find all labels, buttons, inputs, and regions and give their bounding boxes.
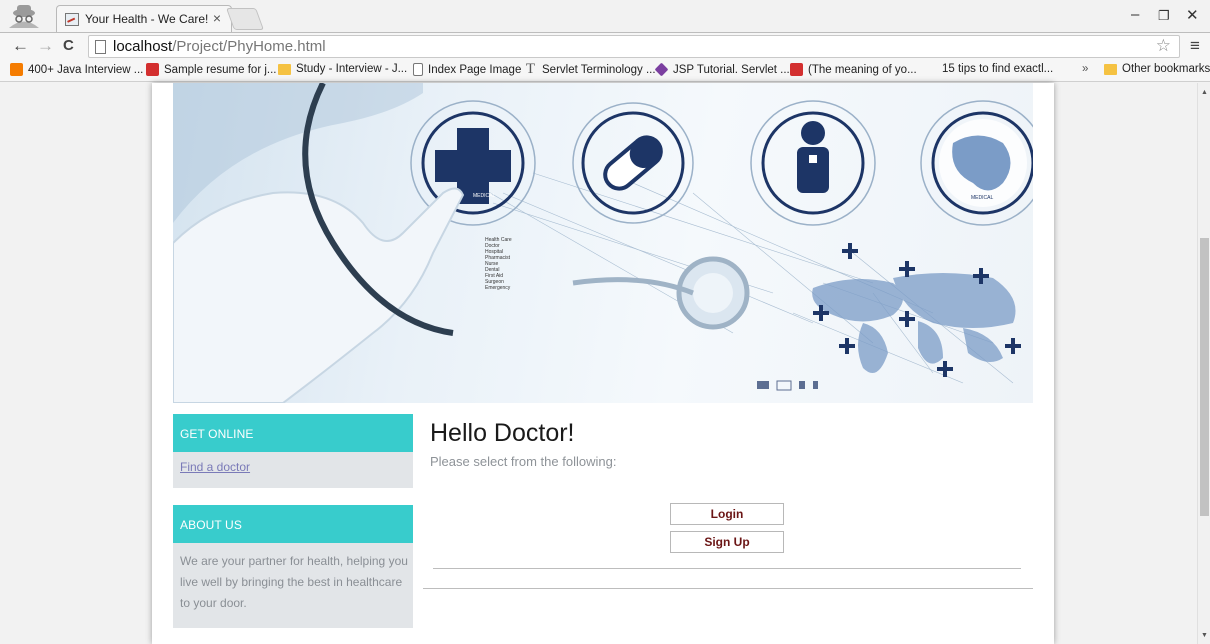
back-icon[interactable]: ← [12, 36, 29, 56]
incognito-icon [9, 5, 39, 28]
get-online-heading: GET ONLINE [173, 414, 413, 452]
address-bar[interactable]: localhost/Project/PhyHome.html ☆ [88, 35, 1180, 58]
hero-banner: MEDICAL MEDICAL Health Care Doctor Hospi… [173, 83, 1033, 403]
banner-medical-label: MEDICAL [971, 195, 993, 201]
bookmark-item[interactable]: 15 tips to find exactl... [942, 63, 1053, 75]
login-button[interactable]: Login [670, 503, 784, 525]
divider [433, 568, 1021, 569]
close-window-icon[interactable]: ✕ [1186, 6, 1199, 24]
signup-button[interactable]: Sign Up [670, 531, 784, 553]
bookmark-item[interactable]: (The meaning of yo... [790, 63, 917, 76]
menu-icon[interactable]: ≡ [1190, 36, 1200, 56]
url-text: localhost/Project/PhyHome.html [113, 38, 326, 55]
scroll-down-icon[interactable]: ▼ [1201, 632, 1208, 639]
forward-icon[interactable]: → [37, 36, 54, 56]
find-doctor-link[interactable]: Find a doctor [180, 460, 250, 474]
page-container: MEDICAL MEDICAL Health Care Doctor Hospi… [152, 83, 1054, 644]
browser-toolbar: ← → C localhost/Project/PhyHome.html ☆ ≡ [0, 32, 1210, 60]
site-favicon-icon [65, 13, 79, 26]
bookmark-item[interactable]: T Servlet Terminology ... [524, 61, 656, 77]
medical-banner-art: MEDICAL MEDICAL Health Care Doctor Hospi… [173, 83, 1033, 403]
bookmark-item[interactable]: Index Page Image [413, 63, 521, 76]
minimize-icon[interactable]: – [1131, 6, 1139, 23]
scrollbar-thumb[interactable] [1200, 238, 1209, 516]
restore-icon[interactable]: ❐ [1158, 8, 1170, 24]
red-icon [790, 63, 803, 76]
page-title: Hello Doctor! [430, 419, 575, 447]
c-icon [146, 63, 159, 76]
tab-title: Your Health - We Care! [85, 12, 209, 26]
bookmark-folder[interactable]: Study - Interview - J... [278, 63, 407, 75]
other-bookmarks-folder[interactable]: Other bookmarks [1104, 63, 1210, 75]
reload-icon[interactable]: C [63, 37, 74, 54]
bookmark-item[interactable]: JSP Tutorial. Servlet ... [654, 62, 790, 77]
folder-icon [1104, 63, 1117, 75]
page-viewport: MEDICAL MEDICAL Health Care Doctor Hospi… [0, 83, 1197, 644]
banner-medical-label: MEDICAL [473, 193, 495, 199]
bookmark-item[interactable]: 400+ Java Interview ... [10, 63, 143, 76]
page-icon [95, 40, 106, 54]
banner-list-text: Health Care Doctor Hospital Pharmacist N… [485, 237, 512, 291]
bookmarks-bar: 400+ Java Interview ... Sample resume fo… [0, 60, 1210, 82]
page-scrollbar[interactable]: ▲ ▼ [1197, 83, 1210, 644]
bookmark-star-icon[interactable]: ☆ [1156, 36, 1171, 56]
jsp-icon [654, 62, 669, 77]
tab-strip: Your Health - We Care! × – ❐ ✕ [0, 0, 1210, 32]
svg-text:Emergency: Emergency [485, 285, 511, 291]
divider [423, 588, 1033, 589]
t-icon: T [525, 61, 536, 77]
about-us-text: We are your partner for health, helping … [180, 554, 408, 610]
blogger-icon [10, 63, 23, 76]
get-online-panel: Find a doctor [173, 452, 413, 488]
scroll-up-icon[interactable]: ▲ [1201, 89, 1208, 96]
folder-icon [278, 63, 291, 75]
about-us-panel: We are your partner for health, helping … [173, 543, 413, 628]
page-icon [413, 63, 423, 76]
instruction-text: Please select from the following: [430, 454, 617, 469]
browser-tab[interactable]: Your Health - We Care! × [56, 5, 232, 32]
bookmarks-overflow-button[interactable]: » [1082, 63, 1088, 75]
bookmark-item[interactable]: Sample resume for j... [146, 63, 276, 76]
tab-close-icon[interactable]: × [213, 10, 221, 26]
about-us-heading: ABOUT US [173, 505, 413, 543]
